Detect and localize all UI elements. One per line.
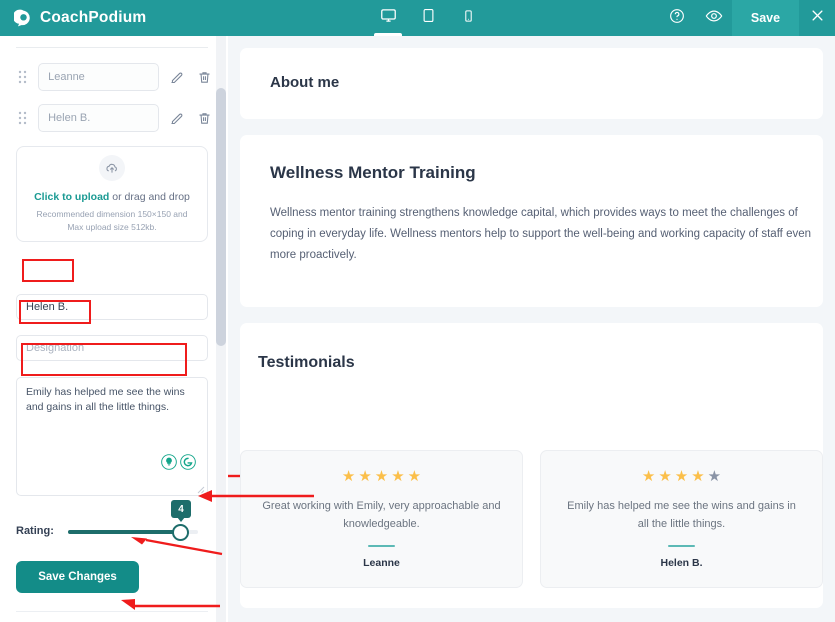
name-field[interactable]: Helen B. [16, 294, 208, 320]
editor-sidebar: Leanne Helen B. Click to upload or drag … [0, 36, 228, 622]
divider [668, 545, 695, 547]
header-actions: Save [658, 0, 835, 36]
testimonials-heading: Testimonials [258, 354, 355, 371]
designation-field[interactable]: Designation [16, 335, 208, 361]
star-rating: ★ ★ ★ ★ ★ [342, 469, 421, 484]
about-me-section[interactable]: About me [240, 48, 823, 119]
close-icon [810, 8, 825, 28]
upload-note: Recommended dimension 150×150 and Max up… [36, 208, 188, 232]
star-rating: ★ ★ ★ ★ ★ [642, 469, 721, 484]
drag-handle-icon[interactable] [12, 111, 33, 125]
list-item[interactable]: Leanne [0, 62, 215, 92]
star-icon: ★ [691, 468, 705, 485]
textarea-tools [160, 453, 197, 476]
person-name-input[interactable]: Leanne [38, 63, 159, 91]
sidebar-divider-bottom [16, 611, 208, 612]
star-icon-empty: ★ [707, 468, 722, 485]
brand-name: CoachPodium [40, 9, 147, 26]
star-icon: ★ [674, 468, 689, 485]
edit-icon[interactable] [166, 66, 187, 88]
trash-icon[interactable] [194, 66, 215, 88]
help-button[interactable] [658, 0, 695, 36]
rating-label: Rating: [16, 525, 54, 537]
page-preview-canvas: About me Wellness Mentor Training Wellne… [228, 36, 835, 622]
rating-value-badge: 4 [171, 500, 191, 522]
star-icon: ★ [391, 468, 405, 485]
star-icon: ★ [341, 468, 356, 485]
mobile-view-button[interactable] [448, 0, 488, 36]
star-icon: ★ [374, 468, 389, 485]
testimonial-text: Emily has helped me see the wins and gai… [26, 386, 185, 413]
testimonials-grid: ★ ★ ★ ★ ★ Great working with Emily, very… [240, 450, 823, 588]
edit-icon[interactable] [166, 107, 187, 129]
desktop-icon [380, 7, 397, 29]
brand: CoachPodium [12, 9, 147, 28]
grammarly-icon[interactable] [180, 454, 196, 475]
star-icon: ★ [358, 468, 372, 485]
resize-handle-icon[interactable] [196, 484, 205, 494]
save-button[interactable]: Save [732, 0, 799, 36]
app-root: CoachPodium Save Leanne Helen B. Click t… [0, 0, 835, 622]
star-icon: ★ [658, 468, 672, 485]
speech-bubble-logo-icon [12, 9, 33, 28]
upload-instruction: Click to upload or drag and drop [34, 191, 190, 203]
image-upload-dropzone[interactable]: Click to upload or drag and drop Recomme… [16, 146, 208, 242]
sidebar-scrollbar-thumb[interactable] [216, 88, 226, 346]
trash-icon[interactable] [194, 107, 215, 129]
question-circle-icon [669, 8, 685, 29]
upload-rest-text: or drag and drop [109, 190, 190, 203]
eye-icon [705, 7, 723, 30]
wellness-mentor-training-section[interactable]: Wellness Mentor Training Wellness mentor… [240, 135, 823, 307]
upload-link-text[interactable]: Click to upload [34, 191, 109, 203]
slider-fill [68, 530, 180, 534]
testimonial-text: Emily has helped me see the wins and gai… [567, 500, 796, 530]
list-item[interactable]: Helen B. [0, 103, 215, 133]
star-icon: ★ [407, 468, 422, 485]
device-preview-switcher [368, 0, 488, 36]
wellness-body: Wellness mentor training strengthens kno… [270, 207, 812, 261]
top-toolbar: CoachPodium Save [0, 0, 835, 36]
drag-handle-icon[interactable] [12, 70, 33, 84]
slider-thumb[interactable] [172, 524, 189, 541]
testimonial-text: Great working with Emily, very approacha… [262, 500, 501, 530]
desktop-view-button[interactable] [368, 0, 408, 36]
cloud-upload-icon [99, 154, 125, 181]
mobile-icon [462, 8, 475, 29]
star-icon: ★ [641, 468, 656, 485]
about-me-title: About me [270, 74, 340, 91]
divider [368, 545, 395, 547]
save-changes-button[interactable]: Save Changes [16, 561, 139, 593]
testimonial-textarea[interactable]: Emily has helped me see the wins and gai… [16, 377, 208, 496]
tablet-icon [421, 7, 436, 29]
testimonial-card[interactable]: ★ ★ ★ ★ ★ Great working with Emily, very… [240, 450, 523, 588]
testimonial-author: Helen B. [660, 557, 703, 569]
preview-button[interactable] [695, 0, 732, 36]
close-button[interactable] [799, 0, 835, 36]
rating-slider[interactable] [68, 524, 198, 541]
ai-suggestion-icon[interactable] [161, 454, 177, 475]
testimonial-author: Leanne [363, 557, 400, 569]
testimonial-card[interactable]: ★ ★ ★ ★ ★ Emily has helped me see the wi… [540, 450, 823, 588]
wellness-title: Wellness Mentor Training [270, 163, 476, 182]
person-name-input[interactable]: Helen B. [38, 104, 159, 132]
sidebar-divider-top [16, 47, 208, 48]
tablet-view-button[interactable] [408, 0, 448, 36]
